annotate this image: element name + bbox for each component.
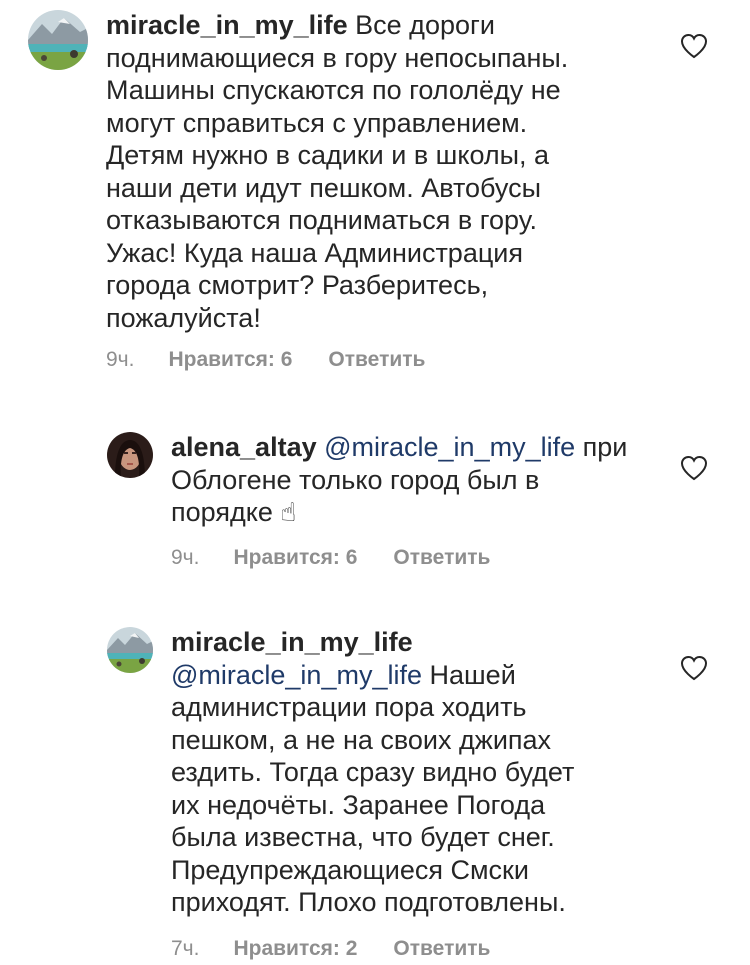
mention-link[interactable]: @miracle_in_my_life: [324, 432, 575, 462]
comment-line: пожалуйста!: [106, 302, 261, 333]
reply-button[interactable]: Ответить: [393, 546, 490, 570]
comment-line: порядке: [171, 497, 273, 527]
comment-2: alena_altay @miracle_in_my_life при Обло…: [0, 420, 750, 590]
comment-line: Детям нужно в садики и в школы, а: [106, 140, 550, 170]
comment-line: отказываются подниматься в гору.: [106, 205, 538, 235]
avatar[interactable]: [28, 10, 88, 70]
comment-time: 9ч.: [171, 546, 200, 569]
comment-text: miracle_in_my_life @miracle_in_my_life Н…: [171, 626, 651, 919]
comment-username[interactable]: miracle_in_my_life: [106, 10, 348, 40]
comment-line: Предупреждающиеся Смски: [171, 854, 529, 885]
comment-time: 9ч.: [106, 348, 135, 371]
comment-line: города смотрит? Разберитесь,: [106, 270, 489, 300]
avatar[interactable]: [107, 432, 153, 478]
comment-line: их недочёты. Заранее Погода: [171, 789, 546, 820]
comment-3: miracle_in_my_life @miracle_in_my_life Н…: [0, 615, 750, 965]
reply-button[interactable]: Ответить: [393, 937, 490, 961]
comment-text: miracle_in_my_life Все дороги поднимающи…: [106, 9, 666, 334]
avatar[interactable]: [107, 627, 153, 673]
landscape-avatar-icon: [28, 10, 88, 70]
comment-username[interactable]: alena_altay: [171, 432, 317, 462]
comment-line: была известна, что будет снег.: [171, 822, 555, 852]
comment-line: Нашей: [422, 659, 516, 690]
comment-text: alena_altay @miracle_in_my_life при Обло…: [171, 431, 651, 529]
comment-line: пешком, а не на своих джипах: [171, 724, 552, 755]
comment-line: приходят. Плохо подготовлены.: [171, 887, 566, 917]
comment-line: администрации пора ходить: [171, 692, 527, 722]
likes-count[interactable]: Нравится: 2: [233, 937, 357, 961]
comment-line: Ужас! Куда наша Администрация: [106, 237, 524, 268]
comment-1: miracle_in_my_life Все дороги поднимающи…: [0, 0, 750, 390]
comment-username[interactable]: miracle_in_my_life: [171, 626, 651, 659]
pointing-up-emoji-icon: ☝: [280, 497, 297, 527]
heart-outline-icon[interactable]: [680, 455, 708, 481]
comment-line: Облогене только город был в: [171, 464, 540, 495]
portrait-avatar-icon: [107, 432, 153, 478]
comment-line: Машины спускаются по гололёду не: [106, 75, 561, 105]
mention-link[interactable]: @miracle_in_my_life: [171, 660, 422, 690]
heart-outline-icon[interactable]: [680, 33, 708, 59]
likes-count[interactable]: Нравится: 6: [233, 546, 357, 570]
landscape-avatar-icon: [107, 627, 153, 673]
comment-meta: 7ч. Нравится: 2 Ответить: [171, 937, 490, 961]
comment-meta: 9ч. Нравится: 6 Ответить: [106, 348, 425, 372]
likes-count[interactable]: Нравится: 6: [168, 348, 292, 372]
comment-line: при: [575, 432, 628, 462]
comment-line: наши дети идут пешком. Автобусы: [106, 172, 542, 203]
reply-button[interactable]: Ответить: [328, 348, 425, 372]
comment-meta: 9ч. Нравится: 6 Ответить: [171, 546, 490, 570]
comment-line: могут справиться с управлением.: [106, 107, 528, 138]
comment-time: 7ч.: [171, 937, 200, 960]
comment-line: поднимающиеся в гору непосыпаны.: [106, 42, 569, 73]
heart-outline-icon[interactable]: [680, 655, 708, 681]
comment-line: ездить. Тогда сразу видно будет: [171, 757, 575, 787]
comment-line: Все дороги: [347, 10, 495, 40]
